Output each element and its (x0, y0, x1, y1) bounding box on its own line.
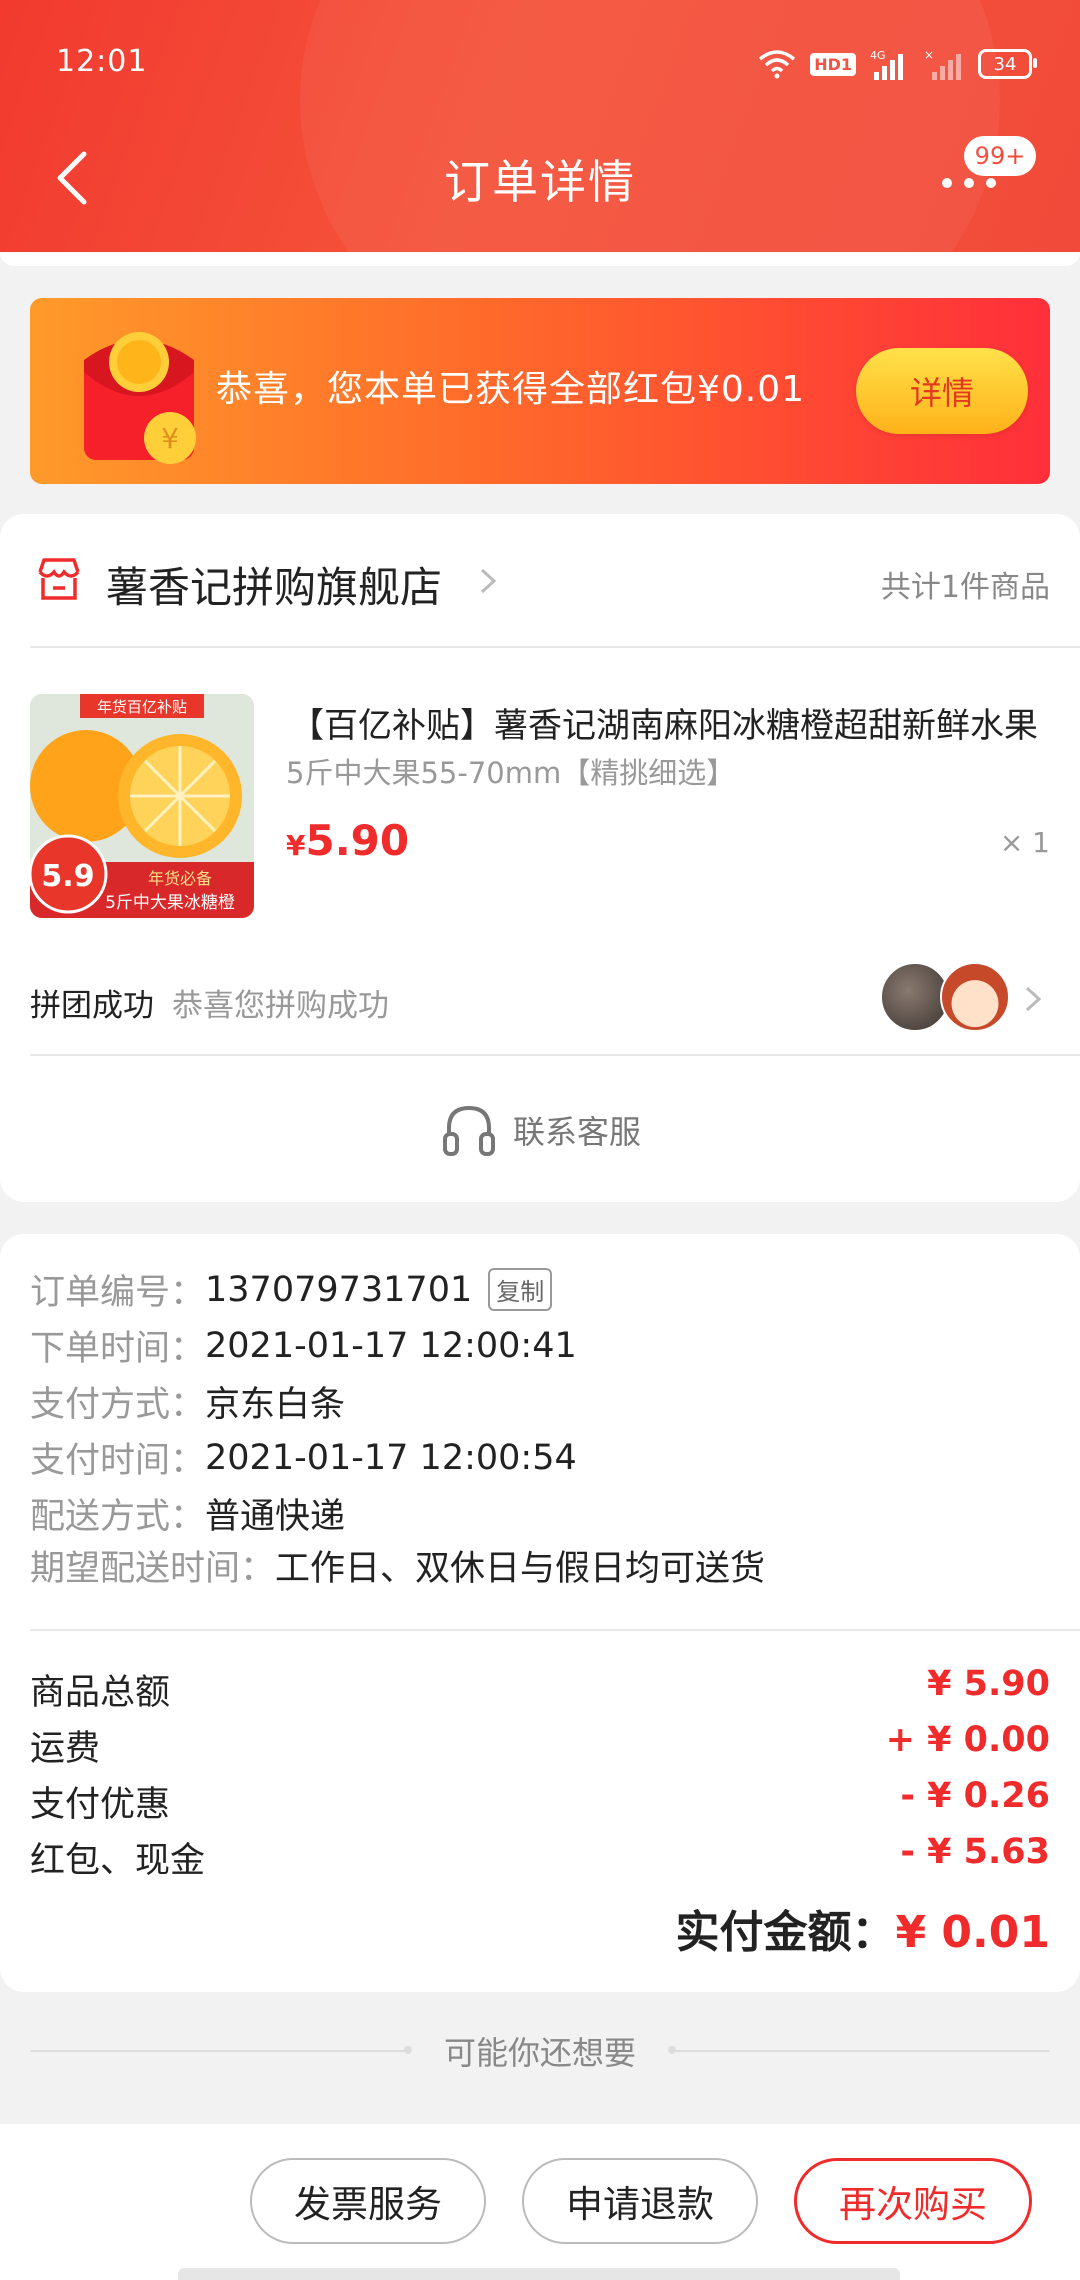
contact-service-button[interactable]: 联系客服 (0, 1100, 1080, 1160)
product-image-tag: 年货百亿补贴 (97, 698, 187, 716)
delivery-method: 普通快递 (205, 1497, 346, 1537)
cost-label: 红包、现金 (30, 1841, 206, 1881)
more-dot-icon (964, 178, 974, 188)
contact-service-label: 联系客服 (512, 1113, 641, 1151)
delivery-time-row: 期望配送时间： 工作日、双休日与假日均可送货 (30, 1540, 765, 1591)
headset-icon (442, 1105, 495, 1156)
cost-label: 支付优惠 (30, 1785, 171, 1825)
cost-label: 运费 (30, 1729, 101, 1769)
recommend-label: 可能你还想要 (444, 2034, 637, 2072)
divider (30, 646, 1080, 648)
chevron-right-icon[interactable] (478, 566, 498, 596)
order-info-card: 订单编号： 137079731701 复制 下单时间： 2021-01-17 1… (0, 1234, 1080, 1992)
info-label: 支付时间： (30, 1441, 206, 1481)
home-indicator (178, 2268, 900, 2280)
cost-label: 商品总额 (30, 1673, 171, 1713)
cost-value: - ¥ 0.26 (900, 1776, 1050, 1816)
top-card-edge (0, 252, 1080, 266)
buy-again-button[interactable]: 再次购买 (794, 2158, 1032, 2244)
cost-row-shipping: 运费 + ¥ 0.00 (30, 1720, 1050, 1771)
info-label: 订单编号： (30, 1273, 206, 1313)
recommend-divider: 可能你还想要 (30, 2026, 1051, 2076)
more-menu-button[interactable] (942, 178, 996, 188)
shop-name[interactable]: 薯香记拼购旗舰店 (106, 554, 442, 615)
group-status-detail: 恭喜您拼购成功 (172, 988, 389, 1024)
group-status: 拼团成功 (30, 988, 154, 1024)
product-price: ¥5.90 (286, 816, 409, 865)
svg-text:¥: ¥ (161, 422, 179, 455)
payment-time-row: 支付时间： 2021-01-17 12:00:54 (30, 1432, 577, 1483)
total-label: 实付金额： (675, 1907, 896, 1958)
product-image[interactable]: 年货百亿补贴 5.9 年货必备 5斤中大果冰糖橙 (30, 694, 254, 918)
item-count: 共计1件商品 (880, 570, 1050, 605)
store-icon (38, 558, 80, 600)
status-icons: HD1 4G × 34 (758, 48, 1037, 80)
divider (30, 2046, 412, 2054)
hd-badge: HD1 (810, 52, 856, 76)
group-members[interactable] (880, 962, 1010, 1032)
info-label: 期望配送时间： (30, 1549, 276, 1589)
order-number: 137079731701 (205, 1269, 473, 1310)
chevron-right-icon[interactable] (1024, 984, 1042, 1014)
wifi-icon (759, 50, 796, 79)
page-title: 订单详情 (444, 155, 636, 209)
order-time-row: 下单时间： 2021-01-17 12:00:41 (30, 1320, 577, 1371)
payment-method-row: 支付方式： 京东白条 (30, 1376, 345, 1427)
more-dot-icon (942, 178, 952, 188)
divider (30, 1629, 1080, 1631)
app-header: 12:01 HD1 4G × 34 订单详情 99+ (0, 0, 1080, 252)
cost-value: - ¥ 5.63 (900, 1832, 1050, 1872)
copy-button[interactable]: 复制 (488, 1268, 553, 1311)
apply-refund-button[interactable]: 申请退款 (522, 2158, 758, 2244)
signal-4g-icon: 4G (870, 49, 903, 80)
bottom-action-bar: 发票服务 申请退款 再次购买 (0, 2124, 1080, 2280)
product-image-caption: 5斤中大果冰糖橙 (105, 893, 235, 913)
info-label: 下单时间： (30, 1329, 206, 1369)
price-symbol: ¥ (286, 829, 306, 862)
shop-card: 薯香记拼购旗舰店 共计1件商品 年货百亿补贴 5.9 年货必备 5斤中大果冰糖橙… (0, 514, 1080, 1202)
battery-icon: 34 (978, 49, 1037, 79)
message-count-badge[interactable]: 99+ (964, 136, 1036, 176)
cost-value: ¥ 5.90 (927, 1664, 1050, 1704)
svg-text:4G: 4G (870, 49, 886, 62)
svg-text:×: × (924, 48, 934, 62)
more-dot-icon (986, 178, 996, 188)
info-label: 支付方式： (30, 1385, 206, 1425)
divider (668, 2046, 1051, 2054)
invoice-service-button[interactable]: 发票服务 (250, 2158, 486, 2244)
price-value: 5.90 (305, 816, 410, 865)
red-envelope-icon: ¥ (84, 332, 196, 464)
info-label: 配送方式： (30, 1497, 206, 1537)
redpacket-message: 恭喜，您本单已获得全部红包¥0.01 (216, 369, 806, 410)
redpacket-banner: ¥ 恭喜，您本单已获得全部红包¥0.01 详情 (30, 298, 1050, 484)
status-time: 12:01 (56, 44, 148, 79)
delivery-method-row: 配送方式： 普通快递 (30, 1488, 345, 1539)
payment-method: 京东白条 (205, 1385, 346, 1425)
product-title[interactable]: 【百亿补贴】薯香记湖南麻阳冰糖橙超甜新鲜水果 (290, 698, 1040, 747)
cost-row-redpacket: 红包、现金 - ¥ 5.63 (30, 1832, 1050, 1883)
divider (30, 1054, 1080, 1056)
order-time: 2021-01-17 12:00:41 (205, 1325, 577, 1366)
product-image-sub: 年货必备 (148, 869, 212, 888)
avatar (940, 962, 1010, 1032)
total-paid: 实付金额：¥ 0.01 (676, 1896, 1051, 1960)
redpacket-detail-button[interactable]: 详情 (856, 348, 1028, 434)
cost-value: + ¥ 0.00 (885, 1720, 1050, 1760)
cost-row-discount: 支付优惠 - ¥ 0.26 (30, 1776, 1050, 1827)
product-quantity: × 1 (999, 826, 1050, 859)
signal-empty-icon: × (924, 48, 961, 80)
product-sku: 5斤中大果55-70mm【精挑细选】 (286, 756, 736, 790)
orange-image-icon: 年货百亿补贴 5.9 年货必备 5斤中大果冰糖橙 (30, 694, 254, 918)
total-value: ¥ 0.01 (895, 1907, 1051, 1958)
order-number-row: 订单编号： 137079731701 复制 (30, 1264, 553, 1315)
product-image-price: 5.9 (41, 859, 94, 894)
delivery-time: 工作日、双休日与假日均可送货 (275, 1549, 766, 1589)
cost-row-goods: 商品总额 ¥ 5.90 (30, 1664, 1050, 1715)
payment-time: 2021-01-17 12:00:54 (205, 1437, 577, 1478)
